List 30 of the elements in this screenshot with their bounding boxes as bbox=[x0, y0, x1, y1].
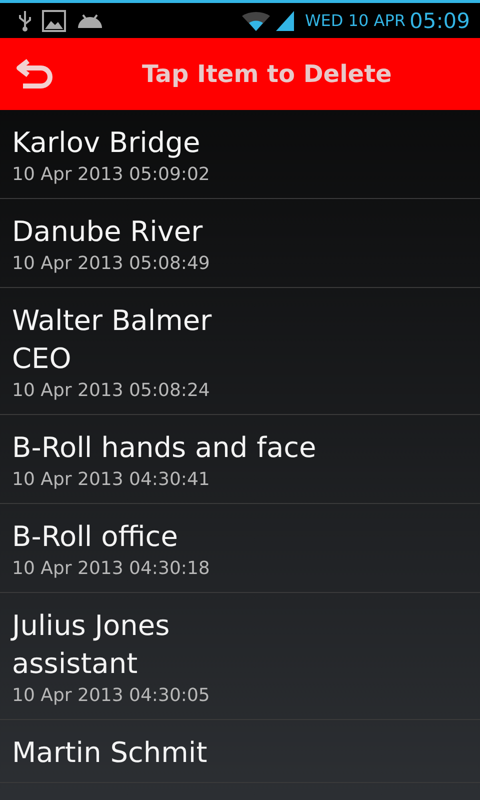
list-item[interactable]: Danube River 10 Apr 2013 05:08:49 bbox=[0, 199, 480, 288]
screen-title: Tap Item to Delete bbox=[142, 60, 392, 88]
status-time: 05:09 bbox=[409, 8, 470, 32]
item-timestamp: 10 Apr 2013 04:30:41 bbox=[12, 468, 211, 492]
item-title: B-Roll office bbox=[12, 519, 179, 555]
list-item[interactable]: Karlov Bridge 10 Apr 2013 05:09:02 bbox=[0, 110, 480, 199]
usb-icon bbox=[18, 10, 32, 32]
list-item[interactable]: Martin Schmit bbox=[0, 720, 480, 783]
item-title: CEO bbox=[12, 341, 72, 377]
item-title: Martin Schmit bbox=[12, 735, 208, 771]
item-title: Julius Jones bbox=[12, 608, 171, 644]
list-item[interactable]: B-Roll hands and face 10 Apr 2013 04:30:41 bbox=[0, 415, 480, 504]
item-title: Danube River bbox=[12, 214, 204, 250]
list-item[interactable]: B-Roll office 10 Apr 2013 04:30:18 bbox=[0, 504, 480, 593]
item-timestamp: 10 Apr 2013 05:09:02 bbox=[12, 163, 211, 187]
item-timestamp: 10 Apr 2013 05:08:49 bbox=[12, 252, 211, 276]
list-item[interactable]: Julius Jones assistant 10 Apr 2013 04:30:05 bbox=[0, 593, 480, 720]
item-title: Walter Balmer bbox=[12, 303, 213, 339]
item-title: Karlov Bridge bbox=[12, 125, 202, 161]
item-timestamp: 10 Apr 2013 05:08:24 bbox=[12, 379, 211, 403]
android-icon bbox=[76, 12, 104, 30]
item-title: B-Roll hands and face bbox=[12, 430, 318, 466]
image-icon bbox=[42, 10, 66, 32]
status-date: WED 10 APR bbox=[304, 11, 406, 30]
item-timestamp: 10 Apr 2013 04:30:05 bbox=[12, 684, 211, 708]
wifi-icon bbox=[240, 10, 271, 32]
signal-icon bbox=[274, 10, 295, 32]
list-item[interactable]: Walter Balmer CEO 10 Apr 2013 05:08:24 bbox=[0, 288, 480, 415]
item-title: assistant bbox=[12, 646, 139, 682]
item-timestamp: 10 Apr 2013 04:30:18 bbox=[12, 557, 211, 581]
